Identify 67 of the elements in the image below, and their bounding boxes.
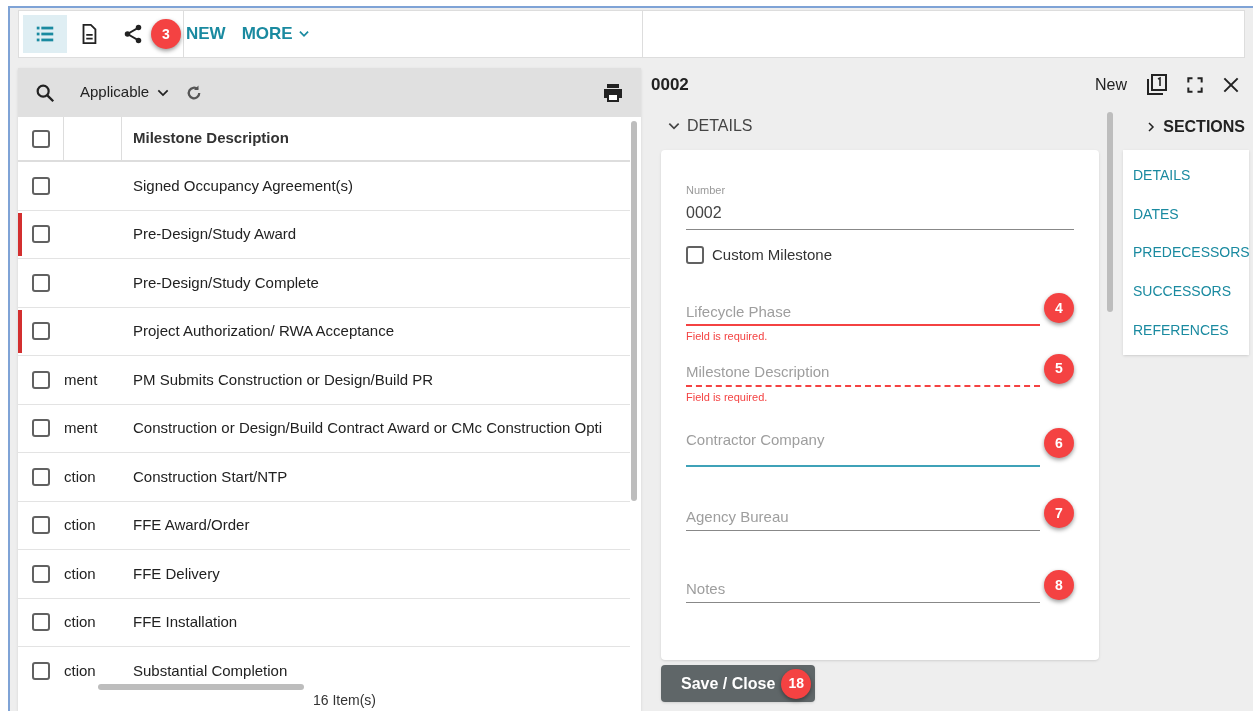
section-link[interactable]: DATES	[1123, 194, 1249, 234]
share-icon	[122, 23, 144, 45]
checkbox-label: Custom Milestone	[712, 244, 833, 265]
table-cell-text: FFE Delivery	[132, 563, 220, 584]
sections-toggle[interactable]: SECTIONS	[1123, 104, 1249, 150]
input-field[interactable]: Lifecycle Phase	[686, 298, 1040, 326]
table-cell-text: PM Submits Construction or Design/Build PR	[132, 369, 434, 390]
new-button[interactable]: NEW	[186, 21, 226, 47]
scrollbar[interactable]	[631, 121, 637, 501]
table-cell: ction	[64, 613, 96, 631]
checkbox[interactable]	[32, 370, 50, 389]
table-cell-text: Substantial Completion	[132, 660, 288, 681]
table-cell: ment	[64, 370, 98, 388]
section-link[interactable]: PREDECESSORS	[1123, 233, 1249, 273]
more-button[interactable]: MORE	[241, 21, 311, 47]
checkbox[interactable]	[32, 516, 50, 535]
section-link[interactable]: REFERENCES	[1123, 310, 1249, 350]
input-field[interactable]: Agency Bureau	[686, 503, 1040, 531]
item-count: 16 Item(s)	[313, 691, 376, 710]
section-link[interactable]: SUCCESSORS	[1123, 272, 1249, 311]
input-field[interactable]: Milestone Description	[686, 358, 1040, 387]
table-cell: ction	[64, 516, 96, 534]
checkbox[interactable]	[32, 564, 50, 583]
table-cell-text: Project Authorization/ RWA Acceptance	[132, 321, 394, 341]
number-badge: 5	[1044, 353, 1074, 384]
table-cell-text: Construction or Design/Build Contract Award or CMc Construction Opti	[132, 418, 603, 438]
scrollbar[interactable]	[98, 684, 304, 690]
section-link[interactable]: DETAILS	[1123, 156, 1249, 195]
checkbox[interactable]	[686, 245, 704, 264]
table-cell: ment	[64, 419, 98, 437]
error-message: Field is required.	[686, 389, 769, 405]
table-cell: ction	[64, 661, 96, 679]
table-cell-text: Signed Occupancy Agreement(s)	[132, 175, 354, 196]
checkbox[interactable]	[32, 613, 50, 632]
checkbox[interactable]	[32, 225, 50, 244]
scrollbar[interactable]	[1107, 112, 1113, 312]
fullscreen-icon[interactable]	[1185, 75, 1205, 95]
select-all-checkbox[interactable]	[31, 129, 50, 148]
checkbox[interactable]	[32, 661, 50, 680]
section-toggle[interactable]: DETAILS	[661, 102, 1099, 150]
table-cell-text: Pre-Design/Study Complete	[132, 272, 319, 293]
table-cell-text: FFE Award/Order	[132, 515, 250, 535]
checkbox[interactable]	[32, 419, 50, 438]
checkbox[interactable]	[32, 467, 50, 486]
record-title: 0002	[651, 74, 689, 97]
filter-dropdown[interactable]: Applicable	[80, 81, 172, 104]
table-cell: ction	[64, 564, 96, 582]
number-badge: 6	[1044, 428, 1074, 458]
table-cell-text: Pre-Design/Study Award	[132, 224, 297, 244]
checkbox[interactable]	[32, 176, 50, 195]
input-field[interactable]: Contractor Company	[686, 427, 1040, 467]
input-field[interactable]: Notes	[686, 575, 1040, 603]
error-message: Field is required.	[686, 329, 769, 344]
number-badge: 3	[151, 19, 181, 49]
table-cell-text: Construction Start/NTP	[132, 466, 288, 487]
column-header: Milestone Description	[132, 128, 289, 149]
number-badge: 8	[1044, 570, 1074, 600]
checkbox[interactable]	[32, 322, 50, 341]
status-label: New	[1095, 75, 1127, 95]
close-icon[interactable]	[1221, 75, 1241, 95]
table-cell: ction	[64, 467, 96, 485]
number-badge: 7	[1044, 498, 1074, 528]
table-cell-text: FFE Installation	[132, 612, 238, 632]
number-field[interactable]: Number 0002	[686, 182, 1074, 230]
number-badge: 4	[1044, 293, 1074, 323]
checkbox[interactable]	[32, 273, 50, 292]
pages-icon[interactable]	[1145, 73, 1169, 97]
